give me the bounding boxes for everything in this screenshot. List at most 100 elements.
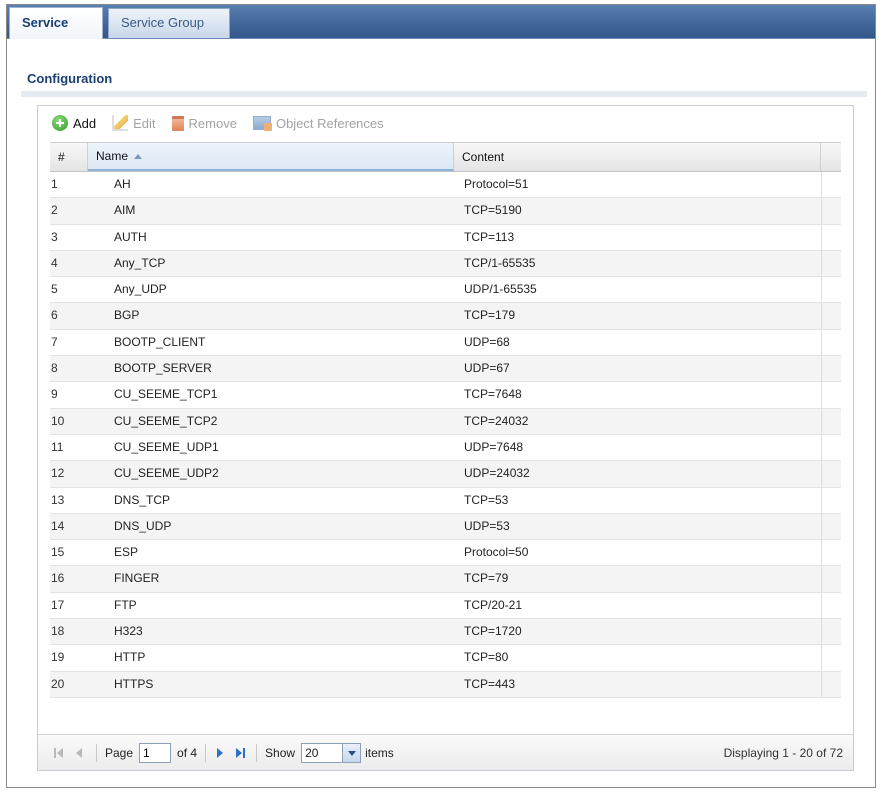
row-number: 3 <box>51 229 58 244</box>
service-name: CU_SEEME_TCP2 <box>114 413 218 428</box>
row-filler <box>821 619 841 645</box>
row-filler <box>821 434 841 461</box>
column-header-name[interactable]: Name <box>88 143 454 171</box>
service-content: UDP=24032 <box>464 466 530 481</box>
service-name: HTTPS <box>114 676 154 691</box>
service-name: DNS_UDP <box>114 518 172 533</box>
service-name: DNS_TCP <box>114 492 171 507</box>
row-filler <box>821 250 841 277</box>
row-number: 18 <box>51 624 65 639</box>
remove-label: Remove <box>188 115 237 131</box>
row-filler <box>821 303 841 329</box>
row-filler <box>821 540 841 566</box>
table-row[interactable]: 12 CU_SEEME_UDP2 UDP=24032 <box>50 461 841 488</box>
service-content: TCP/1-65535 <box>464 255 536 270</box>
service-name: HTTP <box>114 650 146 665</box>
next-page-icon[interactable] <box>214 747 226 759</box>
tab-strip: Service Service Group <box>7 5 875 39</box>
row-number: 20 <box>51 676 65 691</box>
sort-ascending-icon <box>134 153 143 159</box>
table-row[interactable]: 10 CU_SEEME_TCP2 TCP=24032 <box>50 408 841 435</box>
add-icon <box>52 115 68 131</box>
row-number: 13 <box>51 492 65 507</box>
service-name: Any_UDP <box>114 282 167 297</box>
service-content: TCP=53 <box>464 492 509 507</box>
last-page-icon[interactable] <box>234 747 246 759</box>
page-size-select[interactable]: 20 <box>301 742 362 763</box>
toolbar: Add Edit Remove Object References <box>38 106 853 140</box>
first-page-icon[interactable] <box>54 747 66 759</box>
table-row[interactable]: 19 HTTP TCP=80 <box>50 645 841 672</box>
table-row[interactable]: 11 CU_SEEME_UDP1 UDP=7648 <box>50 434 841 462</box>
row-number: 14 <box>51 518 65 533</box>
service-name: BGP <box>114 308 140 323</box>
row-number: 1 <box>51 177 58 191</box>
previous-page-icon[interactable] <box>74 747 86 759</box>
row-number: 9 <box>51 387 58 402</box>
service-name: CU_SEEME_UDP2 <box>114 466 219 481</box>
row-number: 15 <box>51 545 65 560</box>
table-row[interactable]: 4 Any_TCP TCP/1-65535 <box>50 250 841 278</box>
table-header: # Name Content <box>50 142 841 172</box>
service-name: FINGER <box>114 571 160 586</box>
column-header-content[interactable]: Content <box>454 143 821 171</box>
object-references-label: Object References <box>275 115 384 131</box>
table-row[interactable]: 9 CU_SEEME_TCP1 TCP=7648 <box>50 382 841 409</box>
service-name: ESP <box>114 545 139 560</box>
service-content: TCP=80 <box>464 650 509 665</box>
row-filler <box>821 645 841 671</box>
service-panel: Add Edit Remove Object References # Name <box>37 105 854 771</box>
table-row[interactable]: 1 AH Protocol=51 <box>50 172 841 199</box>
row-number: 11 <box>51 439 64 454</box>
tab-service-group[interactable]: Service Group <box>108 8 230 38</box>
add-label: Add <box>73 115 97 131</box>
tab-service[interactable]: Service <box>9 7 103 39</box>
service-name: BOOTP_CLIENT <box>114 334 206 349</box>
row-number: 8 <box>51 361 58 376</box>
service-content: UDP=68 <box>464 334 510 349</box>
object-references-button[interactable]: Object References <box>252 115 384 131</box>
column-header-number[interactable]: # <box>50 143 88 171</box>
service-content: TCP/20-21 <box>464 597 523 612</box>
table-row[interactable]: 17 FTP TCP/20-21 <box>50 592 841 620</box>
table-row[interactable]: 13 DNS_TCP TCP=53 <box>50 487 841 514</box>
service-content: TCP=1720 <box>464 624 522 639</box>
column-header-content-label: Content <box>462 150 505 164</box>
service-name: H323 <box>114 624 143 639</box>
table-row[interactable]: 15 ESP Protocol=50 <box>50 540 841 567</box>
column-header-number-label: # <box>58 150 65 164</box>
table-row[interactable]: 3 AUTH TCP=113 <box>50 224 841 251</box>
table-row[interactable]: 6 BGP TCP=179 <box>50 303 841 330</box>
table-row[interactable]: 5 Any_UDP UDP/1-65535 <box>50 277 841 304</box>
table-row[interactable]: 2 AIM TCP=5190 <box>50 198 841 225</box>
row-number: 19 <box>51 650 65 665</box>
page-number-input[interactable] <box>139 742 172 763</box>
table-row[interactable]: 20 HTTPS TCP=443 <box>50 671 841 698</box>
pagination-bar: Page of 4 Show 20 items Displaying 1 - 2… <box>38 734 853 770</box>
row-number: 10 <box>51 413 65 428</box>
items-label: items <box>365 745 394 760</box>
row-filler <box>821 592 841 619</box>
row-filler <box>821 382 841 408</box>
service-name: AIM <box>114 203 136 218</box>
pager-separator <box>256 743 258 762</box>
table-row[interactable]: 8 BOOTP_SERVER UDP=67 <box>50 356 841 383</box>
service-window: Service Service Group Configuration Add … <box>6 4 876 788</box>
edit-button[interactable]: Edit <box>112 115 156 131</box>
trash-icon <box>171 115 184 131</box>
chevron-down-icon[interactable] <box>342 743 361 762</box>
service-name: AUTH <box>114 229 147 244</box>
row-filler <box>821 172 841 198</box>
table-row[interactable]: 14 DNS_UDP UDP=53 <box>50 513 841 541</box>
table-row[interactable]: 18 H323 TCP=1720 <box>50 619 841 646</box>
table-row[interactable]: 16 FINGER TCP=79 <box>50 566 841 593</box>
row-filler <box>821 329 841 356</box>
remove-button[interactable]: Remove <box>171 115 237 131</box>
section-title: Configuration <box>27 71 113 86</box>
section-divider <box>21 91 867 97</box>
add-button[interactable]: Add <box>52 115 96 131</box>
service-content: UDP=67 <box>464 361 510 376</box>
row-number: 2 <box>51 203 58 218</box>
service-content: Protocol=50 <box>464 545 529 560</box>
table-row[interactable]: 7 BOOTP_CLIENT UDP=68 <box>50 329 841 357</box>
